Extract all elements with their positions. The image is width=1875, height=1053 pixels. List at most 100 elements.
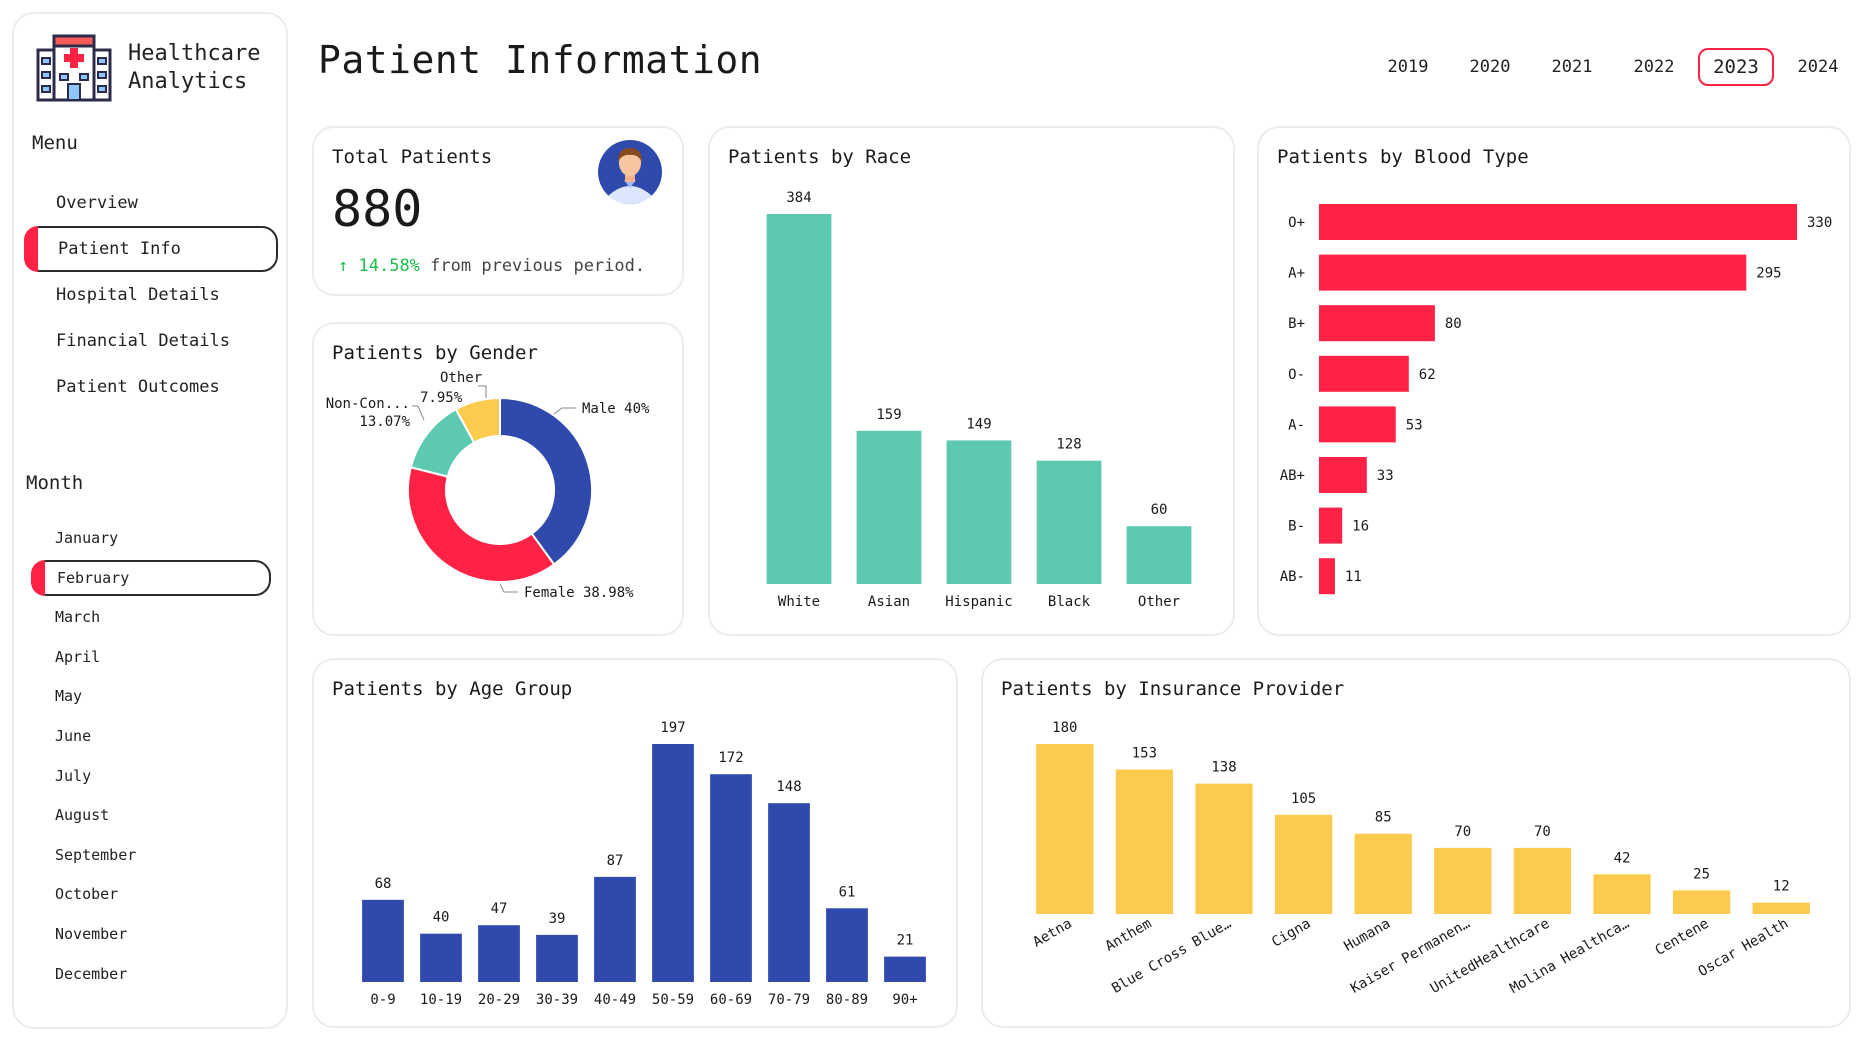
value-label-b: 80 xyxy=(1445,316,1462,332)
month-item-july[interactable]: July xyxy=(31,758,271,794)
race-card: Patients by Race 384 White 159 Asian 149 Hisp… xyxy=(708,126,1235,636)
gender-label-non-conforming-pct: 13.07% xyxy=(359,414,410,430)
month-item-february[interactable]: February xyxy=(31,559,271,596)
category-label-b: B- xyxy=(1288,519,1305,535)
gender-label-other-pct: 7.95% xyxy=(420,390,463,406)
bar-aetna[interactable] xyxy=(1036,744,1094,914)
value-label-aetna: 180 xyxy=(1052,720,1077,736)
value-label-70-79: 148 xyxy=(776,779,801,795)
bar-o[interactable] xyxy=(1319,355,1409,392)
bar-centene[interactable] xyxy=(1672,890,1731,914)
bar-50-59[interactable] xyxy=(652,744,694,982)
bar-70-79[interactable] xyxy=(768,803,810,982)
bar-asian[interactable] xyxy=(856,430,922,584)
gender-label-female: Female 38.98% xyxy=(524,585,634,601)
value-label-cigna: 105 xyxy=(1291,791,1316,807)
bar-molina-healthca[interactable] xyxy=(1593,874,1651,914)
menu-item-overview[interactable]: Overview xyxy=(24,180,278,226)
month-item-may[interactable]: May xyxy=(31,678,271,714)
bar-unitedhealthcare[interactable] xyxy=(1513,847,1572,914)
value-label-centene: 25 xyxy=(1693,866,1710,882)
age-card: Patients by Age Group 68 0-9 40 10-19 47 20-2… xyxy=(312,658,958,1028)
category-label-20-29: 20-29 xyxy=(478,992,520,1008)
month-item-april[interactable]: April xyxy=(31,639,271,675)
category-label-90: 90+ xyxy=(892,992,917,1008)
leader-line-male xyxy=(553,407,576,415)
menu-item-financial-details[interactable]: Financial Details xyxy=(24,318,278,364)
bar-kaiser-permanen[interactable] xyxy=(1434,847,1492,914)
year-2023[interactable]: 2023 xyxy=(1698,48,1774,86)
value-label-humana: 85 xyxy=(1375,810,1392,826)
month-item-november[interactable]: November xyxy=(31,916,271,952)
month-item-october[interactable]: October xyxy=(31,876,271,912)
menu-item-patient-info[interactable]: Patient Info xyxy=(24,226,278,272)
category-label-white: White xyxy=(778,594,820,610)
menu-item-hospital-details[interactable]: Hospital Details xyxy=(24,272,278,318)
leader-line-female xyxy=(499,583,518,593)
bar-20-29[interactable] xyxy=(478,925,520,982)
bar-a[interactable] xyxy=(1319,254,1747,291)
leader-line-other xyxy=(478,385,487,398)
total-patients-title: Total Patients xyxy=(332,146,493,168)
value-label-50-59: 197 xyxy=(660,720,685,736)
patient-avatar-icon xyxy=(598,140,662,204)
value-label-asian: 159 xyxy=(876,407,901,423)
bar-cigna[interactable] xyxy=(1274,814,1333,914)
bar-anthem[interactable] xyxy=(1115,769,1174,915)
trend-percent: 14.58% xyxy=(358,256,420,276)
hospital-icon xyxy=(36,34,112,102)
bar-90[interactable] xyxy=(884,956,926,982)
bar-ab[interactable] xyxy=(1319,457,1367,493)
bar-white[interactable] xyxy=(766,214,832,584)
bar-oscar-health[interactable] xyxy=(1752,902,1810,914)
value-label-b: 16 xyxy=(1352,519,1369,535)
bar-a[interactable] xyxy=(1319,406,1396,443)
year-2019[interactable]: 2019 xyxy=(1370,48,1446,86)
bar-40-49[interactable] xyxy=(594,876,636,982)
category-label-ab: AB+ xyxy=(1280,468,1305,484)
month-item-march[interactable]: March xyxy=(31,599,271,635)
category-label-asian: Asian xyxy=(868,594,910,610)
bar-hispanic[interactable] xyxy=(946,440,1012,584)
race-bar-chart: 384 White 159 Asian 149 Hispanic 128 Black 60 Oth… xyxy=(766,190,1192,610)
bar-black[interactable] xyxy=(1036,460,1102,584)
blood-bar-chart: O+ 330 A+ 295 B+ 80 O- 62 A- 53 AB+ 33 B- 16 AB- 11 xyxy=(1280,204,1832,595)
month-item-august[interactable]: August xyxy=(31,797,271,833)
menu-item-patient-outcomes[interactable]: Patient Outcomes xyxy=(24,364,278,410)
bar-humana[interactable] xyxy=(1354,833,1412,914)
year-2022[interactable]: 2022 xyxy=(1616,48,1692,86)
bar-other[interactable] xyxy=(1126,526,1192,584)
bar-10-19[interactable] xyxy=(420,933,462,982)
slice-female[interactable] xyxy=(407,466,556,583)
month-item-september[interactable]: September xyxy=(31,837,271,873)
value-label-a: 53 xyxy=(1406,417,1423,433)
bar-ab[interactable] xyxy=(1319,558,1335,595)
category-label-0-9: 0-9 xyxy=(370,992,395,1008)
value-label-kaiser-permanen: 70 xyxy=(1454,824,1471,840)
slice-male[interactable] xyxy=(499,396,593,566)
year-2024[interactable]: 2024 xyxy=(1780,48,1856,86)
bar-b[interactable] xyxy=(1319,305,1435,342)
bar-b[interactable] xyxy=(1319,507,1343,544)
value-label-anthem: 153 xyxy=(1132,746,1157,762)
bar-blue-cross-blue[interactable] xyxy=(1195,783,1253,914)
category-label-anthem: Anthem xyxy=(1103,916,1155,955)
bar-80-89[interactable] xyxy=(826,908,868,982)
value-label-a: 295 xyxy=(1756,266,1781,282)
bar-0-9[interactable] xyxy=(362,899,404,982)
bar-60-69[interactable] xyxy=(710,774,752,982)
year-2020[interactable]: 2020 xyxy=(1452,48,1528,86)
bar-o[interactable] xyxy=(1319,204,1797,240)
month-item-december[interactable]: December xyxy=(31,956,271,992)
category-label-humana: Humana xyxy=(1341,916,1393,955)
month-item-january[interactable]: January xyxy=(31,520,271,556)
bar-30-39[interactable] xyxy=(536,934,578,982)
value-label-o: 330 xyxy=(1807,215,1832,231)
year-2021[interactable]: 2021 xyxy=(1534,48,1610,86)
value-label-30-39: 39 xyxy=(549,911,566,927)
category-label-o: O- xyxy=(1288,367,1305,383)
category-label-a: A- xyxy=(1288,417,1305,433)
value-label-black: 128 xyxy=(1056,437,1081,453)
month-item-june[interactable]: June xyxy=(31,718,271,754)
category-label-40-49: 40-49 xyxy=(594,992,636,1008)
